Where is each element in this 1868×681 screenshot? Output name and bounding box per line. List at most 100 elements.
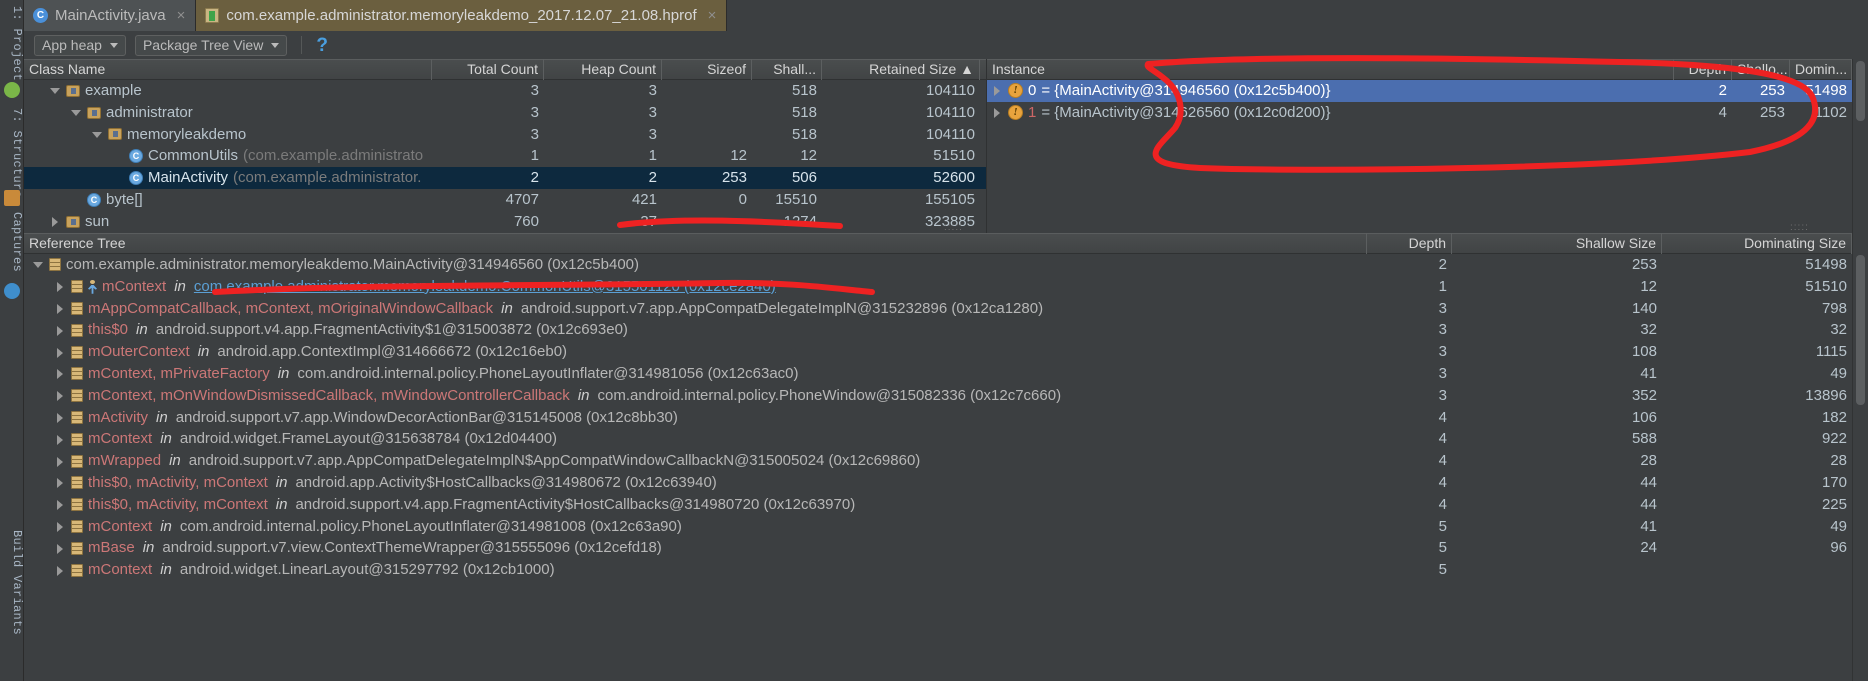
chevron-down-icon[interactable] [33,259,44,270]
tab-hprof-capture[interactable]: com.example.administrator.memoryleakdemo… [196,0,728,31]
reference-row[interactable]: mContext in android.widget.LinearLayout@31… [24,559,1852,581]
rail-item-captures[interactable]: Captures [0,212,24,272]
chevron-right-icon[interactable] [55,303,66,314]
column-header-2[interactable]: Heap Count [544,59,662,80]
close-icon[interactable]: × [708,7,717,24]
chevron-right-icon[interactable] [992,85,1003,97]
chevron-right-icon[interactable] [55,325,66,336]
chevron-right-icon[interactable] [55,477,66,489]
chevron-right-icon[interactable] [992,107,1003,119]
reference-icon [71,280,83,294]
sizeof-cell [662,211,752,233]
chevron-right-icon[interactable] [55,281,66,293]
reference-row[interactable]: mAppCompatCallback, mContext, mOriginalW… [24,298,1852,320]
chevron-down-icon[interactable] [71,107,82,118]
column-header-3[interactable]: Domin... [1790,59,1852,80]
retained-size-cell: 52600 [933,169,975,187]
reference-class-label: android.widget.LinearLayout@315297792 (0… [179,561,555,579]
reference-fields-label: mContext [88,430,153,448]
column-header-2[interactable]: Shallow Size [1452,233,1662,254]
instance-row[interactable]: ! 1 = {MainActivity@314626560 (0x12c0d200… [987,102,1852,124]
column-header-2[interactable]: Shallo... [1732,59,1790,80]
table-row[interactable]: example 3 3 518 104110 [24,80,986,102]
chevron-right-icon[interactable] [55,499,66,511]
reference-class-label[interactable]: com.example.administrator.memoryleakdemo… [194,276,776,298]
reference-row[interactable]: mOuterContext in android.app.ContextImpl@3… [24,341,1852,363]
shallow-size-cell: 24 [1640,539,1657,557]
reference-tree-scrollbar[interactable] [1852,233,1868,681]
table-row[interactable]: sun 760 37 1274 323885 [24,211,986,233]
depth-cell: 2 [1438,256,1447,273]
depth-cell: 3 [1438,364,1447,382]
column-header-0[interactable]: Class Name [24,59,432,80]
sizeof-cell: 12 [730,147,747,165]
column-header-1[interactable]: Total Count [432,59,544,80]
reference-fields-label: mWrapped [88,452,162,470]
reference-row[interactable]: this$0, mActivity, mContext in android.app… [24,472,1852,494]
reference-row[interactable]: this$0, mActivity, mContext in android.sup… [24,494,1852,516]
splitter-grip[interactable]: ::::: [1790,222,1809,233]
help-icon[interactable]: ? [316,36,328,55]
reference-row[interactable]: mContext in com.android.internal.policy.Ph… [24,516,1852,538]
scrollbar-thumb[interactable] [1856,255,1865,405]
shallow-size-cell: 253 [1631,256,1657,273]
depth-cell: 2 [1718,82,1727,99]
sizeof-cell: 253 [721,169,747,187]
table-row[interactable]: administrator 3 3 518 104110 [24,102,986,124]
in-keyword-label: in [156,408,168,426]
rail-item-build-variants[interactable]: Build Variants [0,530,24,635]
table-row[interactable]: memoryleakdemo 3 3 518 104110 [24,124,986,146]
rail-item-project[interactable]: 1: Project [0,6,24,81]
depth-cell: 4 [1438,495,1447,513]
table-row[interactable]: C MainActivity (com.example.administrator… [24,167,986,189]
chevron-right-icon[interactable] [55,456,66,467]
column-header-4[interactable]: Shall... [752,59,822,80]
chevron-right-icon[interactable] [55,565,66,576]
splitter-grip[interactable]: ::::: [944,222,963,233]
chevron-down-icon[interactable] [92,129,103,140]
reference-row[interactable]: mBase in android.support.v7.view.ContextTh… [24,537,1852,559]
in-keyword-label: in [275,495,288,513]
chevron-right-icon[interactable] [55,521,66,532]
scrollbar-thumb[interactable] [1856,61,1865,121]
reference-row[interactable]: mContext in com.example.administrator.memo… [24,276,1852,298]
table-row[interactable]: Cbyte[] 4707 421 0 15510 155105 [24,189,986,211]
instance-row[interactable]: ! 0 = {MainActivity@314946560 (0x12c5b400… [987,80,1852,102]
view-select[interactable]: Package Tree View [134,34,288,56]
chevron-right-icon[interactable] [50,216,61,228]
heap-count-cell: 421 [631,190,657,208]
instance-table-body: ! 0 = {MainActivity@314946560 (0x12c5b400… [987,80,1852,124]
chevron-down-icon[interactable] [50,85,61,96]
reference-row[interactable]: mContext, mPrivateFactory in com.android.i… [24,363,1852,385]
structure-icon [4,190,20,206]
column-header-0[interactable]: Reference Tree [24,233,1367,254]
heap-select[interactable]: App heap [34,34,126,56]
reference-row[interactable]: mWrapped in android.support.v7.app.AppComp… [24,450,1852,472]
shallow-size-cell: 352 [1631,386,1657,404]
reference-row[interactable]: mContext in android.widget.FrameLayout@315… [24,428,1852,450]
tab-mainactivity-java[interactable]: C MainActivity.java × [24,0,197,31]
rail-item-structure[interactable]: 7: Structure [0,108,24,198]
reference-row[interactable]: mContext, mOnWindowDismissedCallback, mW… [24,385,1852,407]
chevron-right-icon[interactable] [55,368,66,380]
reference-row[interactable]: this$0 in android.support.v4.app.FragmentA… [24,319,1852,341]
column-header-0[interactable]: Instance [987,59,1674,80]
chevron-right-icon[interactable] [55,543,66,554]
chevron-right-icon[interactable] [55,412,66,423]
gc-root-icon [88,279,97,294]
column-header-5[interactable]: Retained Size ▲ [822,59,980,80]
chevron-right-icon[interactable] [55,347,66,358]
close-icon[interactable]: × [177,7,186,24]
reference-fields-label: mContext [88,517,153,535]
chevron-right-icon[interactable] [55,434,66,445]
reference-row[interactable]: com.example.administrator.memoryleakdemo… [24,254,1852,276]
instance-scrollbar[interactable] [1852,59,1868,234]
column-header-3[interactable]: Dominating Size [1662,233,1852,254]
reference-row[interactable]: mActivity in android.support.v7.app.Window… [24,407,1852,429]
column-header-1[interactable]: Depth [1367,233,1452,254]
shallow-size-cell: 12 [1640,277,1657,295]
column-header-3[interactable]: Sizeof [662,59,752,80]
table-row[interactable]: C CommonUtils (com.example.administrato 1 1… [24,145,986,167]
chevron-right-icon[interactable] [55,390,66,402]
column-header-1[interactable]: Depth [1674,59,1732,80]
